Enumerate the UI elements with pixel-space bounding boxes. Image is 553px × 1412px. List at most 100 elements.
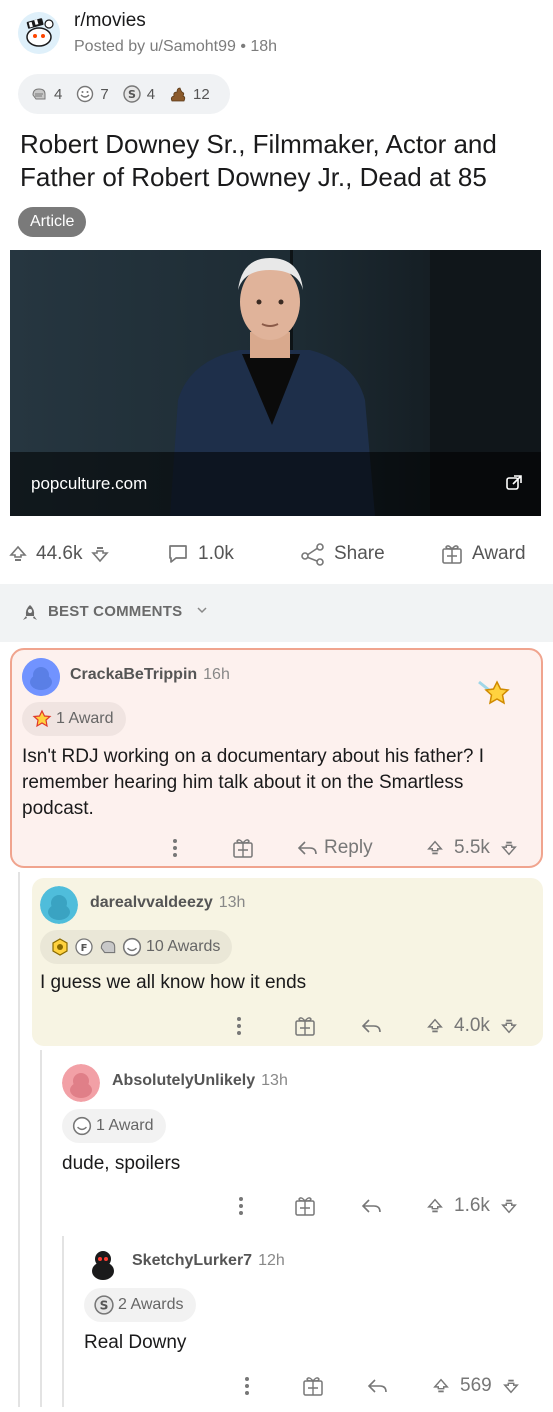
gift-icon[interactable] — [232, 828, 254, 868]
downvote-icon[interactable] — [502, 1377, 520, 1395]
comment-count: 1.0k — [198, 543, 234, 564]
silver-coin-icon: S — [122, 85, 141, 103]
upvote-icon[interactable] — [432, 1377, 450, 1395]
username[interactable]: SketchyLurker7 — [132, 1252, 252, 1269]
award-button[interactable]: Award — [440, 527, 526, 581]
subreddit-avatar[interactable] — [18, 12, 60, 54]
downvote-icon[interactable] — [500, 1017, 518, 1035]
gift-icon — [440, 542, 464, 566]
award-count-label: 2 Awards — [118, 1296, 184, 1313]
reply-label: Reply — [324, 837, 373, 858]
downvote-icon[interactable] — [500, 1197, 518, 1215]
comments-button[interactable]: 1.0k — [166, 527, 234, 581]
comment: SketchyLurker7 12h S 2 Awards Real Downy … — [76, 1236, 543, 1408]
gift-icon[interactable] — [302, 1366, 324, 1406]
more-options-icon[interactable] — [242, 1366, 252, 1406]
share-label: Share — [334, 543, 385, 564]
reply-icon[interactable] — [366, 1366, 388, 1406]
rocket-icon — [20, 603, 40, 623]
comment-body: I guess we all know how it ends — [40, 972, 307, 993]
award-count: 4 — [146, 85, 156, 103]
post-awards[interactable]: 4 7 S 4 12 — [18, 74, 230, 114]
poop-icon — [169, 85, 187, 103]
comment: AbsolutelyUnlikely 13h 1 Award dude, spoi… — [54, 1056, 543, 1232]
vote-group: 5.5k — [426, 828, 518, 868]
comment-author[interactable]: CrackaBeTrippin 16h — [70, 666, 230, 684]
username[interactable]: AbsolutelyUnlikely — [112, 1072, 255, 1089]
user-avatar[interactable] — [22, 658, 60, 696]
username[interactable]: CrackaBeTrippin — [70, 666, 197, 683]
comment-actions: 569 — [76, 1366, 543, 1406]
post-title[interactable]: Robert Downey Sr., Filmmaker, Actor and … — [20, 128, 535, 194]
award-count: 12 — [193, 85, 210, 103]
comment-sort-bar[interactable]: BEST COMMENTS — [0, 584, 553, 642]
vote-group: 4.0k — [426, 1006, 518, 1046]
thread-line[interactable] — [40, 1050, 42, 1407]
post-flair[interactable]: Article — [18, 207, 87, 237]
star-award-icon — [477, 678, 511, 708]
award-count: 7 — [100, 85, 109, 103]
sort-label: BEST COMMENTS — [48, 603, 183, 620]
award-count-label: 10 Awards — [146, 938, 221, 955]
award-count-label: 1 Award — [96, 1117, 154, 1134]
post-header: r/movies Posted by u/Samoht99 • 18h — [0, 0, 553, 70]
award-count-label: 1 Award — [56, 710, 114, 727]
chevron-down-icon — [196, 604, 208, 616]
downvote-icon[interactable] — [90, 544, 110, 564]
user-avatar[interactable] — [40, 886, 78, 924]
comment-actions: 4.0k — [32, 1006, 543, 1046]
gift-icon[interactable] — [294, 1186, 316, 1226]
comment: CrackaBeTrippin 16h 1 Award Isn't RDJ wor… — [10, 648, 543, 868]
upvote-icon[interactable] — [8, 544, 28, 564]
external-link-icon[interactable] — [505, 474, 523, 492]
subreddit-name[interactable]: r/movies — [74, 10, 146, 32]
comment-score: 4.0k — [454, 1015, 490, 1036]
share-icon — [300, 542, 326, 566]
vote-group: 44.6k — [8, 527, 110, 581]
downvote-icon[interactable] — [500, 839, 518, 857]
more-options-icon[interactable] — [170, 828, 180, 868]
thread-line[interactable] — [18, 872, 20, 1407]
comment: darealvvaldeezy 13h F 10 Awards I guess w… — [32, 878, 543, 1046]
thread-line[interactable] — [62, 1236, 64, 1407]
link-domain: popculture.com — [31, 474, 148, 493]
upvote-icon[interactable] — [426, 839, 444, 857]
svg-text:S: S — [100, 1298, 109, 1312]
svg-text:S: S — [128, 88, 136, 101]
comment-body: Isn't RDJ working on a documentary about… — [22, 746, 484, 819]
award-icon — [32, 709, 52, 729]
comment-awards[interactable]: F 10 Awards — [40, 930, 233, 964]
link-preview-card[interactable]: popculture.com — [10, 250, 541, 516]
more-options-icon[interactable] — [236, 1186, 246, 1226]
more-options-icon[interactable] — [234, 1006, 244, 1046]
comment-author[interactable]: AbsolutelyUnlikely 13h — [112, 1072, 288, 1090]
comment-time: 13h — [218, 894, 246, 911]
username[interactable]: darealvvaldeezy — [90, 894, 213, 911]
upvote-icon[interactable] — [426, 1197, 444, 1215]
upvote-icon[interactable] — [426, 1017, 444, 1035]
comment-awards[interactable]: S 2 Awards — [84, 1288, 196, 1322]
praise-icon — [98, 937, 118, 957]
comment-author[interactable]: darealvvaldeezy 13h — [90, 894, 245, 912]
comment-time: 13h — [261, 1072, 288, 1089]
wholesome-icon — [72, 1116, 92, 1136]
award-count: 4 — [54, 85, 63, 103]
gift-icon[interactable] — [294, 1006, 316, 1046]
comment-awards[interactable]: 1 Award — [22, 702, 126, 736]
reply-icon — [297, 841, 317, 855]
post-meta[interactable]: Posted by u/Samoht99 • 18h — [74, 38, 277, 56]
user-avatar[interactable] — [84, 1244, 122, 1282]
reply-icon[interactable] — [360, 1006, 382, 1046]
comment-time: 16h — [203, 666, 230, 683]
comment-author[interactable]: SketchyLurker7 12h — [132, 1252, 285, 1270]
user-avatar[interactable] — [62, 1064, 100, 1102]
vote-group: 569 — [432, 1366, 520, 1406]
wholesome-icon — [122, 937, 142, 957]
link-domain-bar: popculture.com — [10, 452, 541, 516]
reply-icon[interactable] — [360, 1186, 382, 1226]
reply-button[interactable]: Reply — [296, 828, 373, 868]
svg-text:F: F — [81, 943, 88, 954]
vote-group: 1.6k — [426, 1186, 518, 1226]
share-button[interactable]: Share — [300, 527, 385, 581]
comment-awards[interactable]: 1 Award — [62, 1109, 166, 1143]
